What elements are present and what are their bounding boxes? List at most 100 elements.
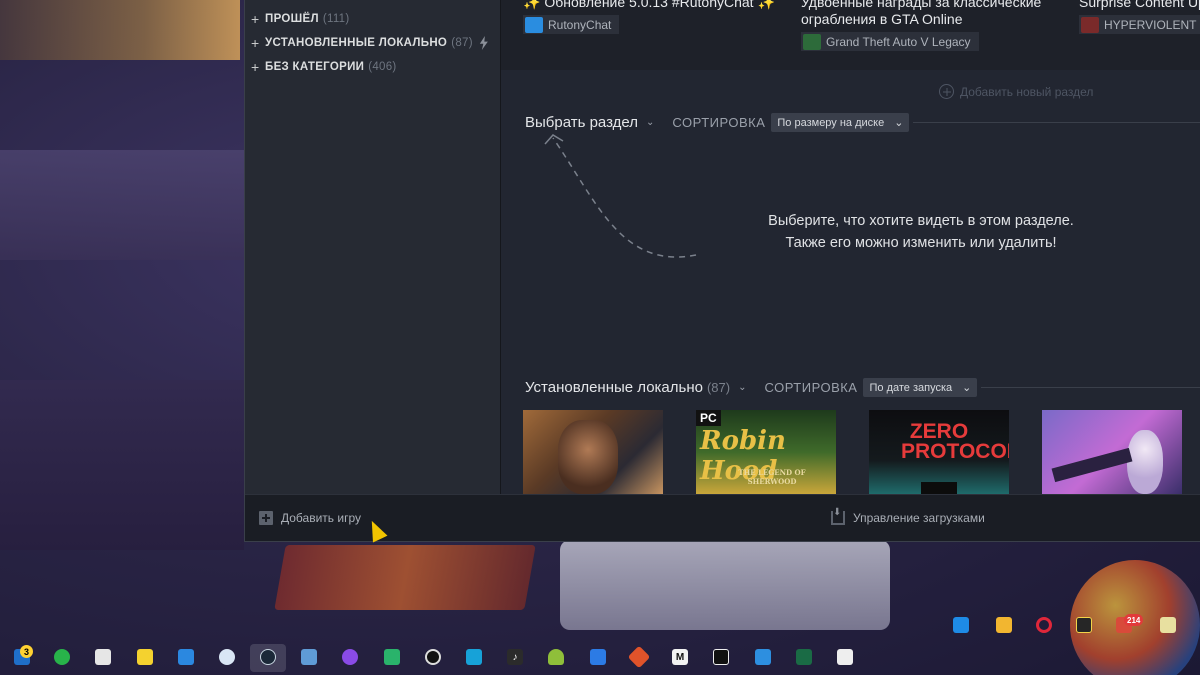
- sticky-notes-icon[interactable]: [137, 649, 153, 665]
- news-source[interactable]: Grand Theft Auto V Legacy: [801, 32, 979, 51]
- divider: [981, 387, 1200, 388]
- add-section-label: Добавить новый раздел: [960, 84, 1094, 99]
- notes-tray-icon[interactable]: [1160, 617, 1176, 633]
- news-item-gta[interactable]: Удвоенные награды за классические ограбл…: [801, 0, 1061, 55]
- taskbar: 3 ♪ M: [0, 642, 1200, 675]
- mail-badge: 214: [1124, 614, 1144, 626]
- todo-icon[interactable]: [590, 649, 606, 665]
- add-game-label: Добавить игру: [281, 511, 361, 525]
- tools-icon[interactable]: [627, 645, 651, 669]
- obs-icon[interactable]: [425, 649, 441, 665]
- rutonychat-icon: [525, 16, 543, 33]
- news-source-label: HYPERVIOLENT: [1104, 17, 1197, 32]
- windows-start-icon[interactable]: [953, 617, 969, 633]
- terminal-icon[interactable]: [219, 649, 235, 665]
- category-label: БЕЗ КАТЕГОРИИ: [265, 61, 365, 73]
- dev-app-icon[interactable]: [796, 649, 812, 665]
- whatsapp-icon[interactable]: [54, 649, 70, 665]
- messenger-icon[interactable]: [384, 649, 400, 665]
- calendar-icon[interactable]: [178, 649, 194, 665]
- add-game-button[interactable]: Добавить игру: [259, 511, 361, 525]
- hyperviolent-icon: [1081, 16, 1099, 33]
- wallpaper-game-box: [274, 545, 536, 610]
- sidebar-category-played[interactable]: + ПРОШЁЛ (111): [245, 7, 500, 31]
- sort-label: СОРТИРОВКА: [764, 380, 858, 395]
- steam-icon[interactable]: [260, 649, 276, 665]
- expand-icon[interactable]: +: [251, 35, 265, 51]
- pc-badge: PC: [696, 410, 721, 426]
- category-count: (87): [451, 37, 473, 49]
- sort-select[interactable]: По дате запуска ⌄: [863, 378, 978, 397]
- android-icon[interactable]: [548, 649, 564, 665]
- weapon-shape: [1051, 447, 1133, 483]
- add-icon: [259, 511, 273, 525]
- chat-app-icon[interactable]: [466, 649, 482, 665]
- chevron-down-icon[interactable]: ⌄: [738, 382, 746, 393]
- character-portrait: [558, 420, 618, 494]
- library-main: ✨ Обновление 5.0.13 #RutonyChat ✨ Rutony…: [501, 0, 1200, 494]
- installed-games-grid: PC Robin Hood THE LEGEND OF SHERWOOD ZER…: [523, 410, 1182, 494]
- news-source[interactable]: HYPERVIOLENT: [1079, 15, 1200, 34]
- download-icon: [831, 507, 845, 525]
- sort-select[interactable]: По размеру на диске ⌄: [771, 113, 910, 132]
- news-title[interactable]: ✨ Обновление 5.0.13 #RutonyChat ✨: [523, 0, 778, 11]
- add-circle-icon: [939, 84, 954, 99]
- app-tray-icon[interactable]: [1076, 617, 1092, 633]
- door-shape: [921, 482, 957, 494]
- tile-logo: ZERO PROTOCOL: [901, 420, 1009, 463]
- empty-shelf-hint: Выберите, что хотите видеть в этом разде…: [761, 210, 1081, 254]
- robin-hood-tile[interactable]: PC Robin Hood THE LEGEND OF SHERWOOD: [696, 410, 836, 494]
- outlook-badge: 3: [20, 645, 33, 658]
- zero-app-icon[interactable]: [713, 649, 729, 665]
- category-count: (406): [368, 61, 397, 73]
- news-item-hyperviolent[interactable]: Surprise Content Update & Development Up…: [1079, 0, 1200, 38]
- wallpaper-floor: [0, 380, 244, 550]
- photos-icon[interactable]: [301, 649, 317, 665]
- game-tile-1[interactable]: [523, 410, 663, 494]
- hint-line: Также его можно изменить или удалить!: [785, 235, 1057, 251]
- music-icon[interactable]: ♪: [507, 649, 523, 665]
- m-app-icon[interactable]: M: [672, 649, 688, 665]
- news-title[interactable]: Surprise Content Update & Development Up…: [1079, 0, 1200, 11]
- expand-icon[interactable]: +: [251, 59, 265, 75]
- character-figure: [1127, 430, 1163, 494]
- sort-value: По размеру на диске: [777, 116, 885, 129]
- hint-line: Выберите, что хотите видеть в этом разде…: [768, 213, 1074, 229]
- curved-arrow-icon: [544, 134, 697, 258]
- 7zip-icon[interactable]: [837, 649, 853, 665]
- alice-icon[interactable]: [342, 649, 358, 665]
- installed-shelf-header: Установленные локально (87) ⌄ СОРТИРОВКА…: [525, 378, 1200, 397]
- wallpaper-console: [560, 540, 890, 630]
- downloads-label: Управление загрузками: [853, 511, 985, 525]
- tile-subtitle: THE LEGEND OF SHERWOOD: [738, 468, 806, 486]
- news-item-rutonychat[interactable]: ✨ Обновление 5.0.13 #RutonyChat ✨ Rutony…: [523, 0, 778, 38]
- wallpaper-shelf: [0, 0, 240, 60]
- wallpaper-panel: [0, 150, 244, 260]
- news-title[interactable]: Удвоенные награды за классические ограбл…: [801, 0, 1061, 28]
- manage-downloads-button[interactable]: Управление загрузками: [831, 507, 985, 525]
- expand-icon[interactable]: +: [251, 11, 265, 27]
- installed-shelf-title[interactable]: Установленные локально: [525, 379, 703, 396]
- gta-v-icon: [803, 33, 821, 50]
- screenshot-tool-icon[interactable]: [95, 649, 111, 665]
- sidebar-category-uncategorized[interactable]: + БЕЗ КАТЕГОРИИ (406): [245, 55, 500, 79]
- sidebar-category-installed[interactable]: + УСТАНОВЛЕННЫЕ ЛОКАЛЬНО (87): [245, 31, 500, 55]
- image-viewer-icon[interactable]: [755, 649, 771, 665]
- divider: [913, 122, 1200, 123]
- news-strip: ✨ Обновление 5.0.13 #RutonyChat ✨ Rutony…: [501, 0, 1200, 70]
- sort-label: СОРТИРОВКА: [672, 115, 766, 130]
- library-sidebar: + ПРОШЁЛ (111) + УСТАНОВЛЕННЫЕ ЛОКАЛЬНО …: [245, 0, 501, 494]
- category-label: ПРОШЁЛ: [265, 13, 319, 25]
- opera-icon[interactable]: [1036, 617, 1052, 633]
- select-section-dropdown[interactable]: Выбрать раздел: [525, 114, 638, 131]
- zero-protocol-tile[interactable]: ZERO PROTOCOL: [869, 410, 1009, 494]
- news-source[interactable]: RutonyChat: [523, 15, 620, 34]
- library-bottom-bar: Добавить игру Управление загрузками: [245, 494, 1200, 541]
- anime-game-tile[interactable]: [1042, 410, 1182, 494]
- news-source-label: Grand Theft Auto V Legacy: [826, 34, 971, 49]
- lightning-icon: [479, 36, 488, 50]
- chevron-down-icon[interactable]: ⌄: [646, 117, 654, 128]
- file-explorer-icon[interactable]: [996, 617, 1012, 633]
- chevron-down-icon: ⌄: [894, 117, 904, 129]
- add-section-button[interactable]: Добавить новый раздел: [939, 84, 1093, 99]
